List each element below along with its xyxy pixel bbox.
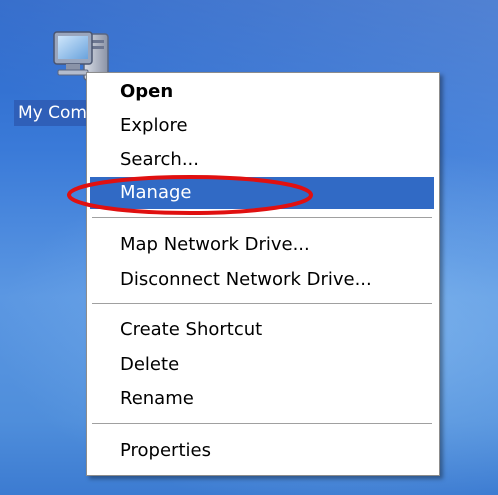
menu-separator: [92, 217, 432, 219]
menu-item-explore[interactable]: Explore: [90, 110, 434, 142]
menu-item-open[interactable]: Open: [90, 76, 434, 108]
menu-item-search[interactable]: Search...: [90, 144, 434, 176]
menu-item-disconnect-network-drive[interactable]: Disconnect Network Drive...: [90, 264, 434, 296]
menu-item-rename[interactable]: Rename: [90, 383, 434, 415]
menu-separator: [92, 423, 432, 425]
menu-item-create-shortcut[interactable]: Create Shortcut: [90, 314, 434, 346]
menu-item-delete[interactable]: Delete: [90, 349, 434, 381]
menu-item-map-network-drive[interactable]: Map Network Drive...: [90, 229, 434, 261]
menu-item-manage[interactable]: Manage: [90, 177, 434, 209]
menu-separator: [92, 303, 432, 305]
menu-item-properties[interactable]: Properties: [90, 435, 434, 467]
context-menu: Open Explore Search... Manage Map Networ…: [86, 72, 440, 476]
